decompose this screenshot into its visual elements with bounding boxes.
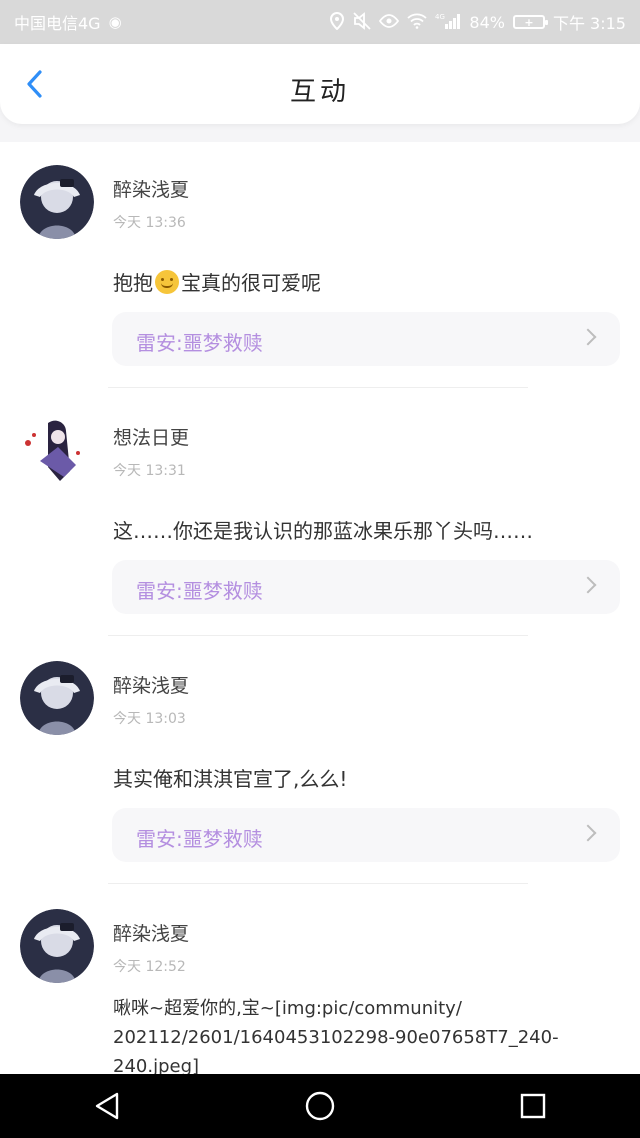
nav-home-button[interactable]	[300, 1086, 340, 1126]
list-item: 醉染浅夏 今天 13:36 抱抱 宝真的很可爱呢 雷安:噩梦救赎	[0, 142, 640, 390]
cellular-icon: 4G	[435, 12, 461, 33]
message-line: 202112/2601/1640453102298-90e07658T7_240…	[113, 1027, 559, 1074]
message-text: 这……你还是我认识的那蓝冰果乐那丫头吗……	[113, 519, 533, 543]
message-part: 抱抱	[113, 271, 153, 295]
status-bar: 中国电信4G ◉ 4G 84% + 下午 3:15	[0, 0, 640, 44]
battery-percent: 84%	[469, 12, 505, 32]
status-left: 中国电信4G ◉	[14, 10, 122, 34]
avatar[interactable]	[20, 909, 94, 983]
page-title: 互动	[289, 77, 350, 107]
message-part: 宝真的很可爱呢	[181, 271, 321, 295]
post-link-title: 雷安:噩梦救赎	[136, 331, 263, 355]
chevron-right-icon	[579, 824, 597, 842]
location-icon	[329, 11, 345, 33]
list-item: 想法日更 今天 13:31 这……你还是我认识的那蓝冰果乐那丫头吗…… 雷安:噩…	[0, 390, 640, 638]
timestamp: 今天 13:36	[113, 215, 186, 231]
divider	[108, 635, 528, 636]
post-link-card[interactable]: 雷安:噩梦救赎	[112, 560, 620, 614]
square-recents-icon	[521, 1093, 546, 1119]
signal-icon: ◉	[108, 12, 122, 31]
app-header: 互动	[0, 44, 640, 124]
message-line: 啾咪~超爱你的,宝~[img:pic/community/	[113, 998, 462, 1019]
battery-icon: +	[512, 15, 548, 29]
hugging-face-emoji-icon	[155, 270, 179, 294]
system-nav-bar	[0, 1074, 640, 1138]
nav-back-button[interactable]	[87, 1086, 127, 1126]
avatar[interactable]	[20, 165, 94, 239]
svg-text:4G: 4G	[435, 13, 445, 21]
post-link-card[interactable]: 雷安:噩梦救赎	[112, 312, 620, 366]
message-text: 啾咪~超爱你的,宝~[img:pic/community/ 202112/260…	[113, 994, 612, 1074]
carrier-label: 中国电信4G	[14, 14, 101, 33]
list-item: 醉染浅夏 今天 12:52 啾咪~超爱你的,宝~[img:pic/communi…	[0, 886, 640, 1074]
message-text: 抱抱 宝真的很可爱呢	[113, 268, 612, 298]
timestamp: 今天 13:31	[113, 463, 186, 479]
timestamp: 今天 12:52	[113, 959, 186, 975]
wifi-icon	[407, 13, 428, 32]
nav-recents-button[interactable]	[513, 1086, 553, 1126]
message-text: 其实俺和淇淇官宣了,么么!	[113, 767, 348, 791]
list-item: 醉染浅夏 今天 13:03 其实俺和淇淇官宣了,么么! 雷安:噩梦救赎	[0, 638, 640, 886]
eye-icon	[379, 13, 400, 31]
avatar[interactable]	[20, 661, 94, 735]
circle-home-icon	[305, 1091, 335, 1121]
username[interactable]: 想法日更	[113, 423, 189, 450]
interaction-list: 醉染浅夏 今天 13:36 抱抱 宝真的很可爱呢 雷安:噩梦救赎 想法日更 今天 …	[0, 142, 640, 1074]
avatar[interactable]	[20, 413, 94, 487]
divider	[108, 883, 528, 884]
post-link-title: 雷安:噩梦救赎	[136, 827, 263, 851]
divider	[108, 387, 528, 388]
username[interactable]: 醉染浅夏	[113, 671, 189, 698]
username[interactable]: 醉染浅夏	[113, 175, 189, 202]
triangle-back-icon	[95, 1092, 118, 1120]
username[interactable]: 醉染浅夏	[113, 919, 189, 946]
status-right: 4G 84% + 下午 3:15	[329, 10, 626, 34]
chevron-right-icon	[579, 576, 597, 594]
timestamp: 今天 13:03	[113, 711, 186, 727]
post-link-card[interactable]: 雷安:噩梦救赎	[112, 808, 620, 862]
chevron-right-icon	[579, 328, 597, 346]
post-link-title: 雷安:噩梦救赎	[136, 579, 263, 603]
clock: 下午 3:15	[552, 14, 626, 33]
mute-icon	[353, 11, 372, 33]
